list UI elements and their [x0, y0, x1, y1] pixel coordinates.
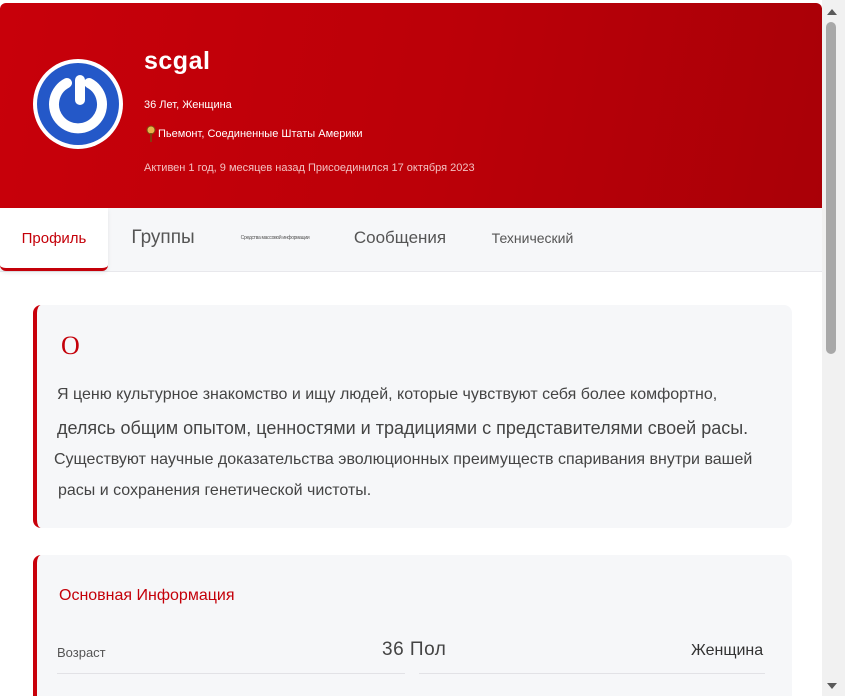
profile-tabs: Профиль Группы Средства массовой информа… [0, 208, 822, 272]
location-text: Пьемонт, Соединенные Штаты Америки [158, 128, 363, 140]
username: scgal [144, 47, 211, 75]
tab-technical-label: Технический [491, 230, 574, 246]
tab-messages-label: Сообщения [353, 228, 447, 247]
tab-groups-label: Группы [131, 227, 195, 248]
location: Пьемонт, Соединенные Штаты Америки [146, 125, 362, 143]
profile-header: scgal 36 Лет, Женщина Пьемонт, Соединенн… [0, 3, 822, 208]
power-logo-icon [49, 75, 107, 134]
tab-profile-label: Профиль [21, 229, 87, 247]
gender-value: Женщина [691, 642, 764, 659]
profile-page: scgal 36 Лет, Женщина Пьемонт, Соединенн… [0, 0, 845, 696]
about-title: О [61, 331, 80, 360]
divider [419, 673, 765, 674]
divider [57, 673, 405, 674]
about-text-line: расы и сохранения генетической чистоты. [58, 482, 372, 499]
about-text-line: делясь общим опытом, ценностями и традиц… [57, 418, 749, 438]
about-card: О Я ценю культурное знакомство и ищу люд… [33, 305, 792, 528]
scrollbar-thumb[interactable] [826, 22, 836, 354]
about-text-line: Я ценю культурное знакомство и ищу людей… [57, 386, 718, 403]
tab-profile[interactable]: Профиль [0, 208, 108, 271]
age-gender: 36 Лет, Женщина [144, 99, 232, 111]
vertical-scrollbar[interactable] [822, 0, 845, 696]
avatar-logo [37, 63, 119, 145]
activity-status: Активен 1 год, 9 месяцев назад Присоедин… [144, 162, 475, 174]
tab-media[interactable]: Средства массовой информации [236, 208, 314, 268]
tab-groups[interactable]: Группы [113, 208, 213, 268]
basic-info-card: Основная Информация Возраст 36 Пол Женщи… [33, 555, 792, 696]
location-pin-icon [146, 125, 156, 142]
tab-media-label: Средства массовой информации [240, 235, 310, 241]
tab-technical[interactable]: Технический [480, 208, 585, 268]
avatar[interactable] [33, 59, 123, 149]
basic-info-title: Основная Информация [59, 587, 235, 604]
scroll-down-arrow-icon[interactable] [827, 683, 837, 689]
scroll-up-arrow-icon[interactable] [827, 9, 837, 15]
age-label: Возраст [57, 645, 106, 660]
about-text-line: Существуют научные доказательства эволюц… [54, 451, 753, 468]
tab-messages[interactable]: Сообщения [340, 208, 460, 268]
age-value: 36 Пол [382, 639, 447, 660]
